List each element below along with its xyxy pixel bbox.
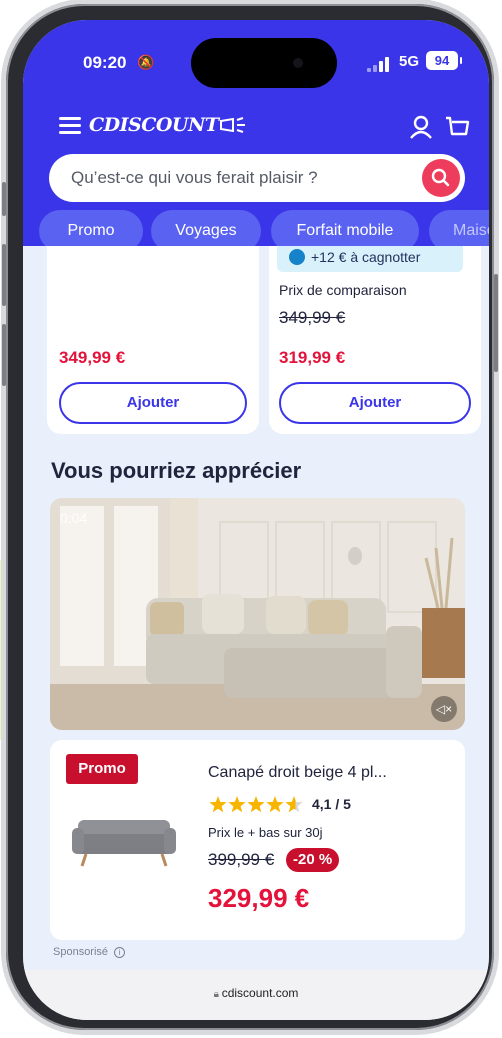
mute-icon[interactable]: ◁× [431, 696, 457, 722]
video-timestamp: 0:04 [60, 510, 88, 526]
app-header: 09:20 🔕 5G 94 CDISCOUNT Qu’est-ce qui vo… [23, 20, 489, 252]
browser-url-bar[interactable]: 🔒︎ cdiscount.com [23, 970, 489, 1020]
logo-text: CDISCOUNT [89, 114, 219, 136]
action-button [2, 182, 6, 216]
content-area: 349,99 € Ajouter +12 € à cagnotter Prix … [23, 246, 489, 1020]
product-card-left[interactable]: 349,99 € Ajouter [47, 246, 259, 434]
status-bar: 09:20 🔕 5G 94 [23, 20, 489, 110]
product-card-right[interactable]: +12 € à cagnotter Prix de comparaison 34… [269, 246, 481, 434]
product-price: 329,99 € [208, 883, 310, 913]
add-to-cart-button[interactable]: Ajouter [59, 382, 247, 424]
account-icon[interactable] [408, 114, 434, 140]
power-button [494, 274, 498, 372]
search-bar[interactable]: Qu’est-ce qui vous ferait plaisir ? [49, 154, 465, 202]
logo-megaphone-icon [220, 117, 246, 133]
star-icon [209, 796, 227, 813]
camera-icon [293, 58, 303, 68]
menu-icon[interactable] [59, 117, 81, 135]
promo-video[interactable]: 0:04 ◁× [50, 498, 465, 730]
product-title[interactable]: Canapé droit beige 4 pl... [208, 764, 387, 782]
old-price: 349,99 € [279, 308, 346, 327]
search-button[interactable] [422, 159, 460, 197]
sponsored-product-card[interactable]: Promo Canapé droit beige 4 pl... 4,1 / 5… [50, 740, 465, 940]
rating-text: 4,1 / 5 [312, 796, 351, 812]
status-time: 09:20 [83, 53, 127, 72]
lowest-price-label: Prix le + bas sur 30j [208, 825, 323, 840]
battery-level: 94 [434, 53, 450, 68]
add-to-cart-button[interactable]: Ajouter [279, 382, 471, 424]
discount-badge: -20 % [286, 848, 340, 872]
star-icon [285, 796, 303, 813]
dynamic-island [191, 38, 337, 88]
lock-icon: 🔒︎ [213, 989, 222, 1000]
cashback-badge: +12 € à cagnotter [277, 246, 463, 272]
silent-bell-icon: 🔕 [137, 54, 155, 70]
network-type: 5G [399, 53, 420, 70]
sofa-video-frame [50, 498, 465, 730]
cashback-icon [289, 249, 305, 265]
logo[interactable]: CDISCOUNT [89, 114, 253, 136]
price: 319,99 € [279, 348, 346, 367]
battery-icon: 94 [426, 51, 462, 70]
search-icon [431, 168, 450, 187]
comparison-label: Prix de comparaison [279, 282, 407, 298]
signal-icon [367, 56, 397, 72]
star-icon [247, 796, 265, 813]
rating-stars-icon [209, 796, 303, 813]
sponsored-label[interactable]: Sponsorisé i [53, 946, 126, 958]
star-icon [228, 796, 246, 813]
cart-icon[interactable] [444, 114, 470, 140]
promo-badge: Promo [66, 754, 138, 784]
url-field[interactable]: 🔒︎ cdiscount.com [23, 986, 489, 1000]
header-row: CDISCOUNT [23, 112, 489, 148]
volume-down-button [2, 324, 6, 386]
screen: 09:20 🔕 5G 94 CDISCOUNT Qu’est-ce qui vo… [23, 20, 489, 1020]
sofa-product-image [72, 820, 176, 867]
info-icon[interactable]: i [114, 947, 126, 958]
old-price: 399,99 € [208, 850, 275, 869]
section-title: Vous pourriez apprécier [51, 458, 302, 483]
phone-frame: 09:20 🔕 5G 94 CDISCOUNT Qu’est-ce qui vo… [2, 4, 498, 1030]
search-input[interactable]: Qu’est-ce qui vous ferait plaisir ? [71, 168, 318, 188]
star-icon [266, 796, 284, 813]
price: 349,99 € [59, 348, 126, 367]
volume-up-button [2, 244, 6, 306]
